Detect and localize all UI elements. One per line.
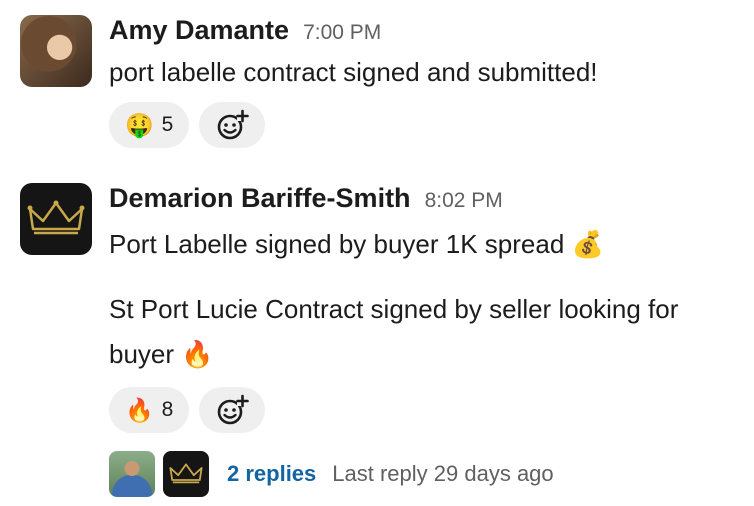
avatar-demarion-bariffe-smith[interactable] <box>20 183 92 255</box>
thread-participant-avatar <box>109 451 155 497</box>
message-content: Demarion Bariffe-Smith 8:02 PM Port Labe… <box>109 183 724 497</box>
fire-icon: 🔥 <box>125 396 154 423</box>
replies-link[interactable]: 2 replies <box>227 461 316 487</box>
message-header: Demarion Bariffe-Smith 8:02 PM <box>109 183 724 217</box>
thread-participant-avatar <box>163 451 209 497</box>
reaction-count: 8 <box>161 398 174 421</box>
reaction-fire[interactable]: 🔥 8 <box>109 387 190 433</box>
add-reaction-button[interactable] <box>199 102 266 148</box>
add-reaction-button[interactable] <box>199 387 266 433</box>
message-content: Amy Damante 7:00 PM port labelle contrac… <box>109 15 724 148</box>
reaction-count: 5 <box>161 113 174 136</box>
timestamp[interactable]: 8:02 PM <box>425 189 503 213</box>
reaction-money-mouth[interactable]: 🤑 5 <box>109 102 190 148</box>
avatar-amy-damante[interactable] <box>20 15 92 87</box>
add-reaction-icon <box>218 109 250 140</box>
money-mouth-face-icon: 🤑 <box>125 111 154 138</box>
timestamp[interactable]: 7:00 PM <box>303 21 381 45</box>
author-name[interactable]: Amy Damante <box>109 15 289 46</box>
last-reply-text: Last reply 29 days ago <box>332 461 554 486</box>
reactions-bar: 🔥 8 <box>109 387 724 433</box>
thread-summary[interactable]: 2 replies Last reply 29 days ago <box>109 451 724 497</box>
crown-icon <box>169 463 203 484</box>
message-header: Amy Damante 7:00 PM <box>109 15 724 49</box>
author-name[interactable]: Demarion Bariffe-Smith <box>109 183 411 214</box>
reactions-bar: 🤑 5 <box>109 102 724 148</box>
add-reaction-icon <box>218 394 250 425</box>
crown-icon <box>27 200 85 235</box>
message-text: port labelle contract signed and submitt… <box>109 57 598 87</box>
message-text-line-1: Port Labelle signed by buyer 1K spread 💰 <box>109 229 604 259</box>
message-text-line-2: St Port Lucie Contract signed by seller … <box>109 294 679 369</box>
